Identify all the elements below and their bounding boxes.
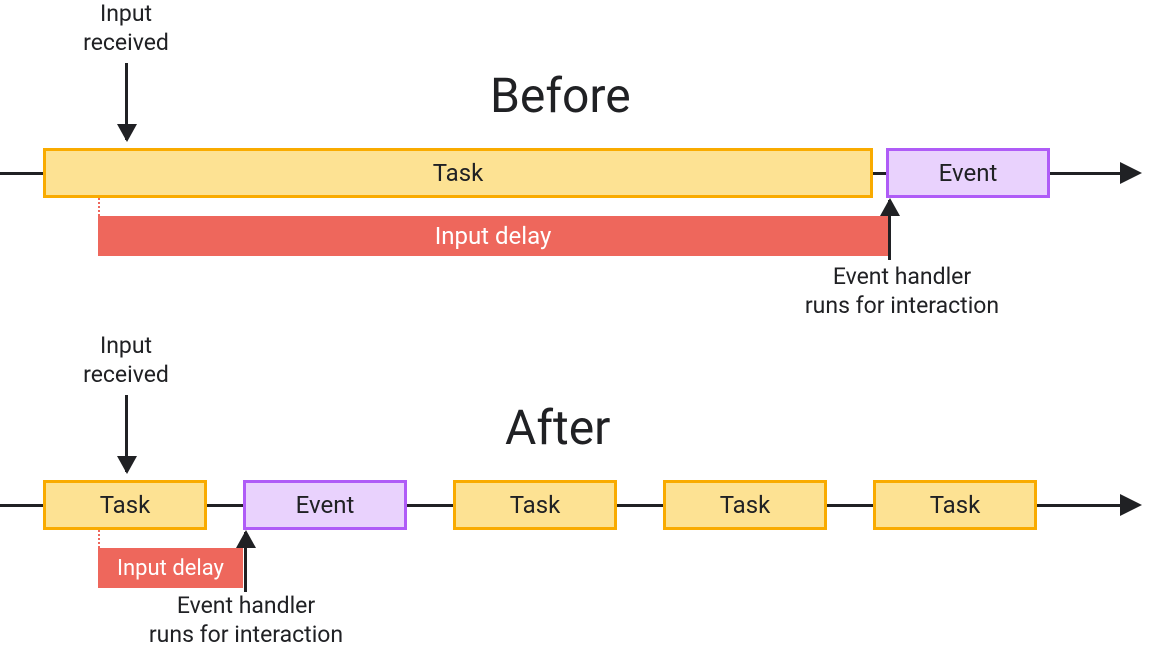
after-task-box-2: Task xyxy=(453,480,617,530)
after-input-dotted-connector xyxy=(98,530,100,548)
after-title: After xyxy=(505,399,610,456)
before-input-delay-bar: Input delay xyxy=(98,216,888,256)
after-input-received-label: Input received xyxy=(66,332,186,390)
before-title: Before xyxy=(490,67,631,124)
after-task-box-4: Task xyxy=(873,480,1037,530)
after-timeline-arrowhead xyxy=(1120,494,1142,516)
after-event-box: Event xyxy=(243,480,407,530)
before-input-dotted-connector xyxy=(98,198,100,216)
after-input-received-arrow xyxy=(125,395,128,472)
before-handler-arrow xyxy=(888,200,891,260)
before-handler-label: Event handler runs for interaction xyxy=(787,263,1017,321)
before-timeline-arrowhead xyxy=(1120,162,1142,184)
before-event-box: Event xyxy=(886,148,1050,198)
after-handler-arrow xyxy=(244,532,247,592)
after-handler-label: Event handler runs for interaction xyxy=(131,592,361,650)
before-input-received-label: Input received xyxy=(66,0,186,58)
before-input-received-arrow xyxy=(125,63,128,140)
after-task-box-1: Task xyxy=(43,480,207,530)
before-task-box: Task xyxy=(43,148,873,198)
after-input-delay-bar: Input delay xyxy=(98,548,243,588)
after-task-box-3: Task xyxy=(663,480,827,530)
